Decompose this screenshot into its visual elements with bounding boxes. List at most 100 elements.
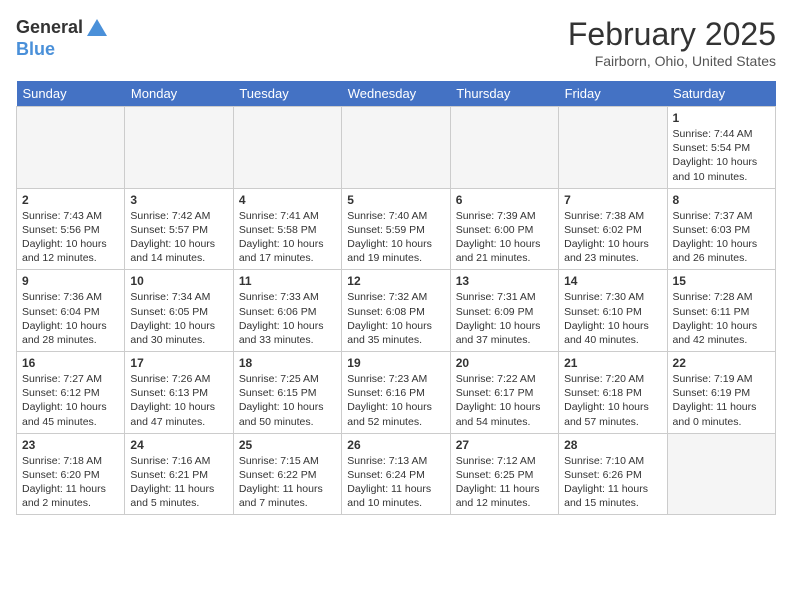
day-info: Sunrise: 7:37 AM Sunset: 6:03 PM Dayligh… — [673, 209, 770, 266]
calendar-cell: 4 Sunrise: 7:41 AM Sunset: 5:58 PM Daylig… — [233, 188, 341, 270]
logo: General Blue — [16, 16, 109, 60]
day-number: 26 — [347, 438, 444, 452]
day-number: 3 — [130, 193, 227, 207]
location: Fairborn, Ohio, United States — [568, 53, 776, 69]
page-header: General Blue February 2025 Fairborn, Ohi… — [16, 16, 776, 69]
day-number: 16 — [22, 356, 119, 370]
calendar-cell — [17, 107, 125, 189]
calendar-cell: 12 Sunrise: 7:32 AM Sunset: 6:08 PM Dayli… — [342, 270, 450, 352]
calendar-week-4: 23 Sunrise: 7:18 AM Sunset: 6:20 PM Dayli… — [17, 433, 776, 515]
header-monday: Monday — [125, 81, 233, 107]
day-info: Sunrise: 7:12 AM Sunset: 6:25 PM Dayligh… — [456, 454, 553, 511]
day-info: Sunrise: 7:13 AM Sunset: 6:24 PM Dayligh… — [347, 454, 444, 511]
calendar-cell: 5 Sunrise: 7:40 AM Sunset: 5:59 PM Daylig… — [342, 188, 450, 270]
day-number: 12 — [347, 274, 444, 288]
calendar-cell: 8 Sunrise: 7:37 AM Sunset: 6:03 PM Daylig… — [667, 188, 775, 270]
day-number: 10 — [130, 274, 227, 288]
day-info: Sunrise: 7:42 AM Sunset: 5:57 PM Dayligh… — [130, 209, 227, 266]
day-number: 27 — [456, 438, 553, 452]
header-wednesday: Wednesday — [342, 81, 450, 107]
calendar-week-1: 2 Sunrise: 7:43 AM Sunset: 5:56 PM Daylig… — [17, 188, 776, 270]
calendar-header-row: SundayMondayTuesdayWednesdayThursdayFrid… — [17, 81, 776, 107]
day-number: 21 — [564, 356, 661, 370]
calendar-week-3: 16 Sunrise: 7:27 AM Sunset: 6:12 PM Dayli… — [17, 352, 776, 434]
day-number: 18 — [239, 356, 336, 370]
day-info: Sunrise: 7:36 AM Sunset: 6:04 PM Dayligh… — [22, 290, 119, 347]
day-info: Sunrise: 7:32 AM Sunset: 6:08 PM Dayligh… — [347, 290, 444, 347]
day-info: Sunrise: 7:28 AM Sunset: 6:11 PM Dayligh… — [673, 290, 770, 347]
day-info: Sunrise: 7:23 AM Sunset: 6:16 PM Dayligh… — [347, 372, 444, 429]
day-info: Sunrise: 7:15 AM Sunset: 6:22 PM Dayligh… — [239, 454, 336, 511]
day-info: Sunrise: 7:39 AM Sunset: 6:00 PM Dayligh… — [456, 209, 553, 266]
calendar-cell: 13 Sunrise: 7:31 AM Sunset: 6:09 PM Dayli… — [450, 270, 558, 352]
day-info: Sunrise: 7:22 AM Sunset: 6:17 PM Dayligh… — [456, 372, 553, 429]
logo-general-text: General — [16, 18, 83, 38]
day-number: 25 — [239, 438, 336, 452]
calendar-cell — [342, 107, 450, 189]
calendar-cell: 14Sunrise: 7:30 AM Sunset: 6:10 PM Dayli… — [559, 270, 667, 352]
calendar-cell: 6 Sunrise: 7:39 AM Sunset: 6:00 PM Daylig… — [450, 188, 558, 270]
day-info: Sunrise: 7:18 AM Sunset: 6:20 PM Dayligh… — [22, 454, 119, 511]
calendar-cell: 26 Sunrise: 7:13 AM Sunset: 6:24 PM Dayli… — [342, 433, 450, 515]
calendar-cell: 27 Sunrise: 7:12 AM Sunset: 6:25 PM Dayli… — [450, 433, 558, 515]
calendar-week-0: 1 Sunrise: 7:44 AM Sunset: 5:54 PM Daylig… — [17, 107, 776, 189]
day-number: 15 — [673, 274, 770, 288]
calendar-cell — [125, 107, 233, 189]
calendar-cell — [233, 107, 341, 189]
day-info: Sunrise: 7:40 AM Sunset: 5:59 PM Dayligh… — [347, 209, 444, 266]
calendar-week-2: 9Sunrise: 7:36 AM Sunset: 6:04 PM Daylig… — [17, 270, 776, 352]
day-number: 24 — [130, 438, 227, 452]
calendar-cell: 18 Sunrise: 7:25 AM Sunset: 6:15 PM Dayli… — [233, 352, 341, 434]
header-tuesday: Tuesday — [233, 81, 341, 107]
day-info: Sunrise: 7:43 AM Sunset: 5:56 PM Dayligh… — [22, 209, 119, 266]
calendar-cell — [667, 433, 775, 515]
day-number: 4 — [239, 193, 336, 207]
header-saturday: Saturday — [667, 81, 775, 107]
calendar-cell: 20 Sunrise: 7:22 AM Sunset: 6:17 PM Dayli… — [450, 352, 558, 434]
day-info: Sunrise: 7:33 AM Sunset: 6:06 PM Dayligh… — [239, 290, 336, 347]
calendar-cell: 7Sunrise: 7:38 AM Sunset: 6:02 PM Daylig… — [559, 188, 667, 270]
calendar-table: SundayMondayTuesdayWednesdayThursdayFrid… — [16, 81, 776, 515]
calendar-cell: 15 Sunrise: 7:28 AM Sunset: 6:11 PM Dayli… — [667, 270, 775, 352]
calendar-cell — [559, 107, 667, 189]
month-title: February 2025 — [568, 16, 776, 53]
day-number: 19 — [347, 356, 444, 370]
calendar-cell: 28Sunrise: 7:10 AM Sunset: 6:26 PM Dayli… — [559, 433, 667, 515]
calendar-cell: 17 Sunrise: 7:26 AM Sunset: 6:13 PM Dayli… — [125, 352, 233, 434]
day-info: Sunrise: 7:34 AM Sunset: 6:05 PM Dayligh… — [130, 290, 227, 347]
calendar-cell: 21 Sunrise: 7:20 AM Sunset: 6:18 PM Dayli… — [559, 352, 667, 434]
day-number: 14 — [564, 274, 661, 288]
calendar-cell: 24 Sunrise: 7:16 AM Sunset: 6:21 PM Dayli… — [125, 433, 233, 515]
calendar-cell: 23 Sunrise: 7:18 AM Sunset: 6:20 PM Dayli… — [17, 433, 125, 515]
header-thursday: Thursday — [450, 81, 558, 107]
day-number: 20 — [456, 356, 553, 370]
day-info: Sunrise: 7:26 AM Sunset: 6:13 PM Dayligh… — [130, 372, 227, 429]
day-info: Sunrise: 7:31 AM Sunset: 6:09 PM Dayligh… — [456, 290, 553, 347]
day-info: Sunrise: 7:41 AM Sunset: 5:58 PM Dayligh… — [239, 209, 336, 266]
logo-icon — [85, 16, 109, 40]
day-number: 8 — [673, 193, 770, 207]
day-number: 13 — [456, 274, 553, 288]
day-number: 6 — [456, 193, 553, 207]
day-number: 2 — [22, 193, 119, 207]
day-number: 22 — [673, 356, 770, 370]
calendar-cell: 2 Sunrise: 7:43 AM Sunset: 5:56 PM Daylig… — [17, 188, 125, 270]
day-number: 5 — [347, 193, 444, 207]
header-sunday: Sunday — [17, 81, 125, 107]
calendar-cell: 11 Sunrise: 7:33 AM Sunset: 6:06 PM Dayli… — [233, 270, 341, 352]
calendar-cell: 19 Sunrise: 7:23 AM Sunset: 6:16 PM Dayli… — [342, 352, 450, 434]
day-info: Sunrise: 7:27 AM Sunset: 6:12 PM Dayligh… — [22, 372, 119, 429]
day-number: 1 — [673, 111, 770, 125]
day-number: 23 — [22, 438, 119, 452]
day-info: Sunrise: 7:10 AM Sunset: 6:26 PM Dayligh… — [564, 454, 661, 511]
day-info: Sunrise: 7:16 AM Sunset: 6:21 PM Dayligh… — [130, 454, 227, 511]
day-info: Sunrise: 7:25 AM Sunset: 6:15 PM Dayligh… — [239, 372, 336, 429]
calendar-cell: 16 Sunrise: 7:27 AM Sunset: 6:12 PM Dayli… — [17, 352, 125, 434]
logo-blue-text: Blue — [16, 40, 109, 60]
day-number: 17 — [130, 356, 227, 370]
day-info: Sunrise: 7:20 AM Sunset: 6:18 PM Dayligh… — [564, 372, 661, 429]
day-number: 11 — [239, 274, 336, 288]
calendar-cell: 22Sunrise: 7:19 AM Sunset: 6:19 PM Dayli… — [667, 352, 775, 434]
day-info: Sunrise: 7:44 AM Sunset: 5:54 PM Dayligh… — [673, 127, 770, 184]
header-friday: Friday — [559, 81, 667, 107]
